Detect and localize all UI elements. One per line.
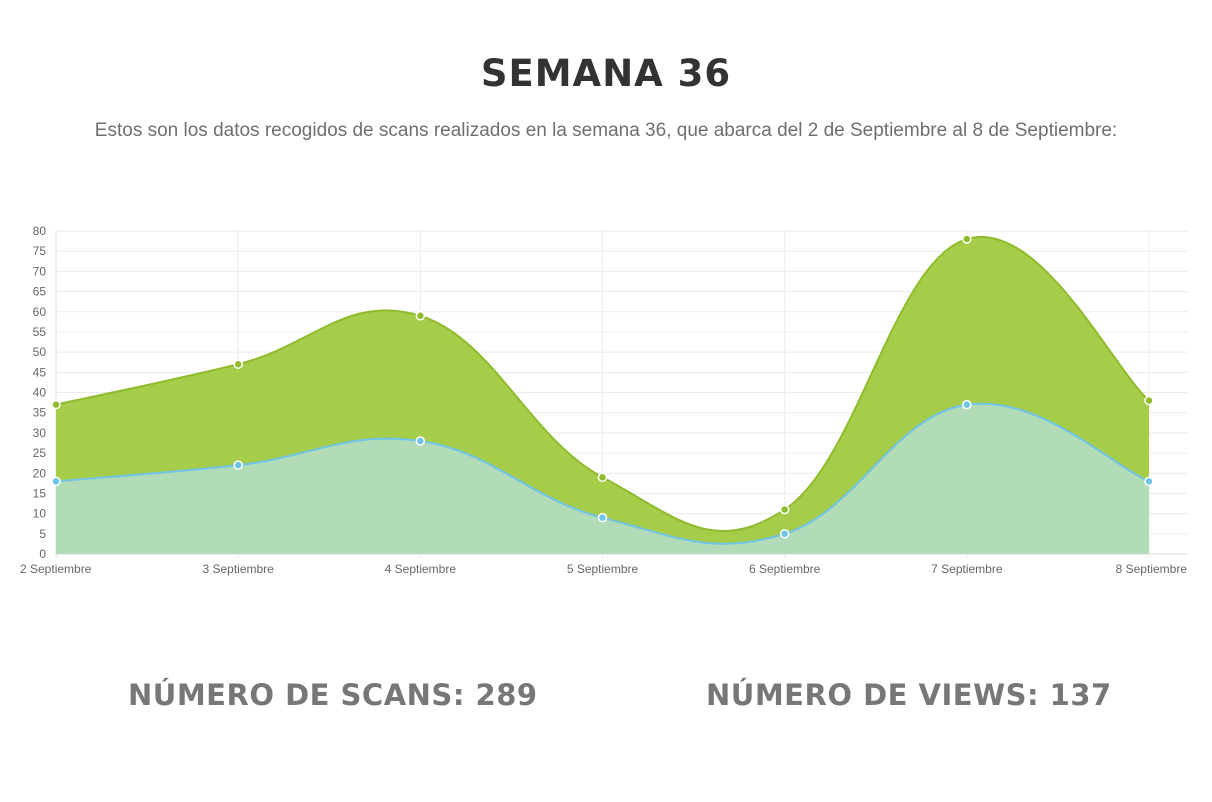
x-tick-label: 7 Septiembre <box>931 562 1003 576</box>
y-tick-label: 45 <box>33 365 47 379</box>
scans-point <box>1144 395 1154 406</box>
x-tick-label: 6 Septiembre <box>749 562 821 576</box>
scans-point <box>962 234 972 244</box>
scans-point <box>779 504 790 515</box>
views-point <box>415 436 426 446</box>
views-point <box>779 529 790 539</box>
x-tick-label: 2 Septiembre <box>20 562 92 576</box>
y-tick-label: 65 <box>33 285 47 299</box>
y-tick-label: 20 <box>33 466 47 480</box>
y-tick-label: 15 <box>33 486 47 500</box>
scans-point <box>233 359 243 369</box>
y-tick-label: 5 <box>39 527 46 541</box>
x-tick-label: 8 Septiembre <box>1116 562 1188 576</box>
area-chart: 0 5 10 15 20 25 30 35 40 45 50 55 60 65 70 75 80 2 Septie… <box>20 224 1188 576</box>
y-tick-label: 75 <box>33 244 47 258</box>
views-point <box>597 512 608 523</box>
page-subtitle: Estos son los datos recogidos de scans r… <box>94 120 1118 141</box>
views-point <box>962 399 972 410</box>
scans-value: 289 <box>475 678 538 712</box>
scans-point <box>597 472 608 483</box>
views-point <box>233 460 243 470</box>
views-point <box>51 476 61 487</box>
scans-label: NÚMERO DE SCANS: <box>128 678 465 712</box>
y-tick-label: 35 <box>33 406 47 420</box>
y-tick-label: 10 <box>33 507 47 521</box>
y-tick-label: 0 <box>39 547 46 561</box>
y-tick-label: 25 <box>33 446 47 460</box>
y-tick-label: 60 <box>33 305 47 319</box>
x-tick-label: 3 Septiembre <box>202 562 274 576</box>
views-value: 137 <box>1049 678 1112 712</box>
y-tick-label: 80 <box>33 224 47 238</box>
scans-point <box>51 399 61 410</box>
views-label: NÚMERO DE VIEWS: <box>706 678 1040 712</box>
y-tick-label: 50 <box>33 345 47 359</box>
y-tick-label: 70 <box>33 264 47 278</box>
y-tick-label: 40 <box>33 386 47 400</box>
scans-point <box>415 311 426 321</box>
page-title: SEMANA 36 <box>480 52 732 95</box>
scans-stat: NÚMERO DE SCANS: 289 <box>128 678 538 712</box>
x-tick-label: 4 Septiembre <box>385 562 457 576</box>
views-point <box>1144 476 1154 487</box>
y-tick-label: 55 <box>33 325 47 339</box>
y-tick-label: 30 <box>33 426 47 440</box>
page: SEMANA 36 Estos son los datos recogidos … <box>0 0 1212 802</box>
views-stat: NÚMERO DE VIEWS: 137 <box>706 678 1112 712</box>
x-tick-label: 5 Septiembre <box>567 562 639 576</box>
